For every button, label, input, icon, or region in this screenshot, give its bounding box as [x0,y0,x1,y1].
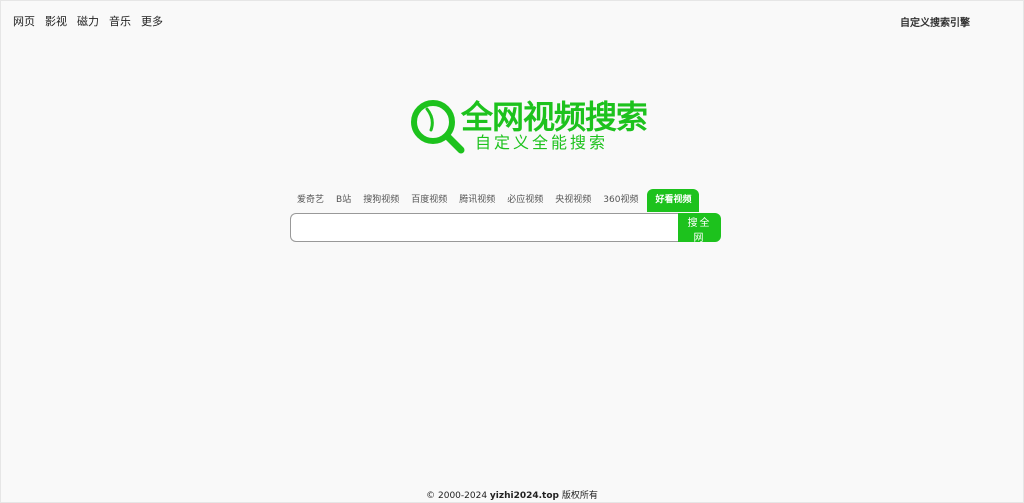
tab-tencent-video[interactable]: 腾讯视频 [453,189,501,212]
nav-link-magnet[interactable]: 磁力 [77,13,99,29]
footer-site: yizhi2024.top [489,491,559,501]
tab-sogou-video[interactable]: 搜狗视频 [357,189,405,212]
logo-subtitle: 自定义全能搜索 [475,133,609,152]
nav-link-video[interactable]: 影视 [45,13,67,29]
nav-link-music[interactable]: 音乐 [109,13,131,29]
nav-link-more[interactable]: 更多 [141,13,163,29]
tab-bilibili[interactable]: B站 [330,189,357,212]
tab-haokan-video[interactable]: 好看视频 [647,189,700,212]
footer: © 2000-2024 yizhi2024.top 版权所有 [1,488,1023,501]
page: 网页 影视 磁力 音乐 更多 自定义搜索引擎 全网视频搜索 自定义全能搜索 爱奇… [0,0,1024,503]
engine-tabs: 爱奇艺 B站 搜狗视频 百度视频 腾讯视频 必应视频 央视视频 360视频 好看… [291,189,700,212]
logo-title: 全网视频搜索 [461,98,648,136]
footer-prefix: © 2000-2024 [426,491,490,501]
footer-suffix: 版权所有 [558,491,598,501]
tab-bing-video[interactable]: 必应视频 [501,189,549,212]
tab-iqiyi[interactable]: 爱奇艺 [291,189,330,212]
magnifier-icon [411,100,465,154]
search-box: 搜全网 [290,213,721,244]
search-input[interactable] [290,213,678,242]
top-nav: 网页 影视 磁力 音乐 更多 [13,13,163,29]
nav-link-web[interactable]: 网页 [13,13,35,29]
tab-baidu-video[interactable]: 百度视频 [405,189,453,212]
custom-search-engine-link[interactable]: 自定义搜索引擎 [900,14,970,29]
site-logo: 全网视频搜索 自定义全能搜索 [408,97,648,155]
search-button[interactable]: 搜全网 [678,213,721,244]
tab-cctv-video[interactable]: 央视视频 [549,189,597,212]
tab-360-video[interactable]: 360视频 [597,189,644,212]
